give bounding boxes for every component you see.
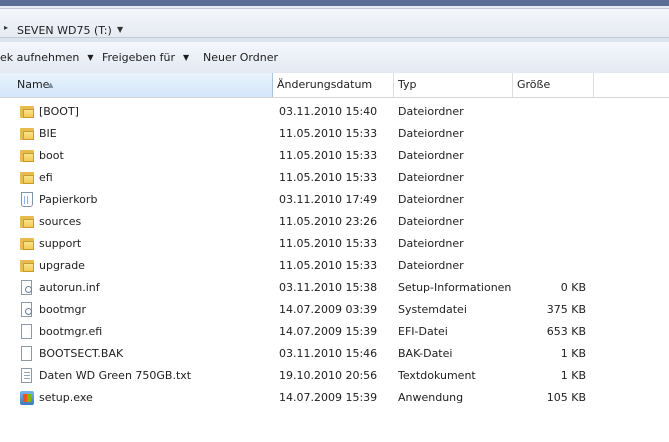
file-name: bootmgr.efi xyxy=(39,325,103,338)
file-date: 11.05.2010 15:33 xyxy=(279,171,378,184)
file-date: 03.11.2010 15:38 xyxy=(279,281,378,294)
table-row[interactable]: sources 11.05.2010 23:26 Dateiordner xyxy=(0,211,669,233)
file-date: 11.05.2010 15:33 xyxy=(279,127,378,140)
file-size: 653 KB xyxy=(546,325,586,338)
breadcrumb[interactable]: ▸ SEVEN WD75 (T:) ▼ xyxy=(0,8,669,38)
table-row[interactable]: bootmgr 14.07.2009 03:39 Systemdatei 375… xyxy=(0,299,669,321)
file-date: 03.11.2010 17:49 xyxy=(279,193,378,206)
file-size: 375 KB xyxy=(546,303,586,316)
system-file-icon xyxy=(20,302,34,318)
chevron-down-icon: ▼ xyxy=(182,53,190,62)
file-size: 1 KB xyxy=(560,347,586,360)
folder-icon xyxy=(20,126,34,142)
table-row[interactable]: support 11.05.2010 15:33 Dateiordner xyxy=(0,233,669,255)
file-date: 11.05.2010 15:33 xyxy=(279,237,378,250)
table-row[interactable]: BOOTSECT.BAK 03.11.2010 15:46 BAK-Datei … xyxy=(0,343,669,365)
folder-icon xyxy=(20,258,34,274)
table-row[interactable]: bootmgr.efi 14.07.2009 15:39 EFI-Datei 6… xyxy=(0,321,669,343)
file-type: Systemdatei xyxy=(398,303,467,316)
file-type: Setup-Informationen xyxy=(398,281,512,294)
file-type: Anwendung xyxy=(398,391,464,404)
file-name: upgrade xyxy=(39,259,85,272)
file-size: 0 KB xyxy=(560,281,586,294)
file-date: 03.11.2010 15:40 xyxy=(279,105,378,118)
file-type: Dateiordner xyxy=(398,149,464,162)
file-date: 11.05.2010 15:33 xyxy=(279,259,378,272)
setup-info-icon xyxy=(20,280,34,296)
file-date: 03.11.2010 15:46 xyxy=(279,347,378,360)
folder-icon xyxy=(20,148,34,164)
column-date[interactable]: Änderungsdatum xyxy=(273,73,394,97)
file-type: Dateiordner xyxy=(398,215,464,228)
file-icon xyxy=(20,346,34,362)
file-type: EFI-Datei xyxy=(398,325,448,338)
file-type: Dateiordner xyxy=(398,259,464,272)
file-date: 19.10.2010 20:56 xyxy=(279,369,378,382)
folder-icon xyxy=(20,104,34,120)
file-name: boot xyxy=(39,149,64,162)
table-row[interactable]: Daten WD Green 750GB.txt 19.10.2010 20:5… xyxy=(0,365,669,387)
table-row[interactable]: Papierkorb 03.11.2010 17:49 Dateiordner xyxy=(0,189,669,211)
file-type: Dateiordner xyxy=(398,127,464,140)
file-date: 14.07.2009 15:39 xyxy=(279,325,378,338)
file-type: Textdokument xyxy=(398,369,476,382)
file-size: 1 KB xyxy=(560,369,586,382)
file-type: Dateiordner xyxy=(398,171,464,184)
file-name: sources xyxy=(39,215,82,228)
file-name: Daten WD Green 750GB.txt xyxy=(39,369,192,382)
file-name: bootmgr xyxy=(39,303,86,316)
command-bar: ek aufnehmen ▼ Freigeben für ▼ Neuer Ordne… xyxy=(0,42,669,74)
chevron-down-icon: ▼ xyxy=(87,53,94,62)
table-row[interactable]: setup.exe 14.07.2009 15:39 Anwendung 105… xyxy=(0,387,669,409)
breadcrumb-drive[interactable]: SEVEN WD75 (T:) xyxy=(17,24,112,37)
folder-icon xyxy=(20,214,34,230)
file-type: Dateiordner xyxy=(398,237,464,250)
file-name: setup.exe xyxy=(39,391,93,404)
table-row[interactable]: BIE 11.05.2010 15:33 Dateiordner xyxy=(0,123,669,145)
table-row[interactable]: upgrade 11.05.2010 15:33 Dateiordner xyxy=(0,255,669,277)
file-date: 11.05.2010 23:26 xyxy=(279,215,378,228)
folder-icon xyxy=(20,170,34,186)
breadcrumb-chevron-icon[interactable]: ▸ xyxy=(4,23,8,32)
file-icon xyxy=(20,324,34,340)
file-name: support xyxy=(39,237,82,250)
column-name[interactable]: Name ▲ xyxy=(0,73,273,97)
file-name: Papierkorb xyxy=(39,193,98,206)
table-row[interactable]: boot 11.05.2010 15:33 Dateiordner xyxy=(0,145,669,167)
include-in-library-button[interactable]: ek aufnehmen ▼ xyxy=(0,51,94,65)
file-name: autorun.inf xyxy=(39,281,100,294)
file-date: 11.05.2010 15:33 xyxy=(279,149,378,162)
sort-ascending-icon: ▲ xyxy=(48,81,54,89)
new-folder-button[interactable]: Neuer Ordner xyxy=(203,51,278,65)
breadcrumb-dropdown-icon[interactable]: ▼ xyxy=(117,25,123,34)
file-name: BIE xyxy=(39,127,57,140)
table-row[interactable]: efi 11.05.2010 15:33 Dateiordner xyxy=(0,167,669,189)
column-header: Name ▲ Änderungsdatum Typ Größe xyxy=(0,73,669,98)
address-bar: ▸ SEVEN WD75 (T:) ▼ xyxy=(0,0,669,42)
folder-icon xyxy=(20,236,34,252)
table-row[interactable]: autorun.inf 03.11.2010 15:38 Setup-Infor… xyxy=(0,277,669,299)
file-date: 14.07.2009 03:39 xyxy=(279,303,378,316)
file-name: efi xyxy=(39,171,53,184)
file-type: Dateiordner xyxy=(398,193,464,206)
column-size[interactable]: Größe xyxy=(513,73,594,97)
file-type: BAK-Datei xyxy=(398,347,453,360)
text-file-icon xyxy=(20,368,34,384)
file-name: [BOOT] xyxy=(39,105,79,118)
column-type[interactable]: Typ xyxy=(394,73,513,97)
window-frame-strip xyxy=(0,0,669,6)
file-date: 14.07.2009 15:39 xyxy=(279,391,378,404)
file-type: Dateiordner xyxy=(398,105,464,118)
application-icon xyxy=(20,390,34,406)
table-row[interactable]: [BOOT] 03.11.2010 15:40 Dateiordner xyxy=(0,101,669,123)
file-size: 105 KB xyxy=(546,391,586,404)
share-with-button[interactable]: Freigeben für ▼ xyxy=(102,51,189,65)
file-name: BOOTSECT.BAK xyxy=(39,347,124,360)
recycle-bin-icon xyxy=(20,192,34,208)
